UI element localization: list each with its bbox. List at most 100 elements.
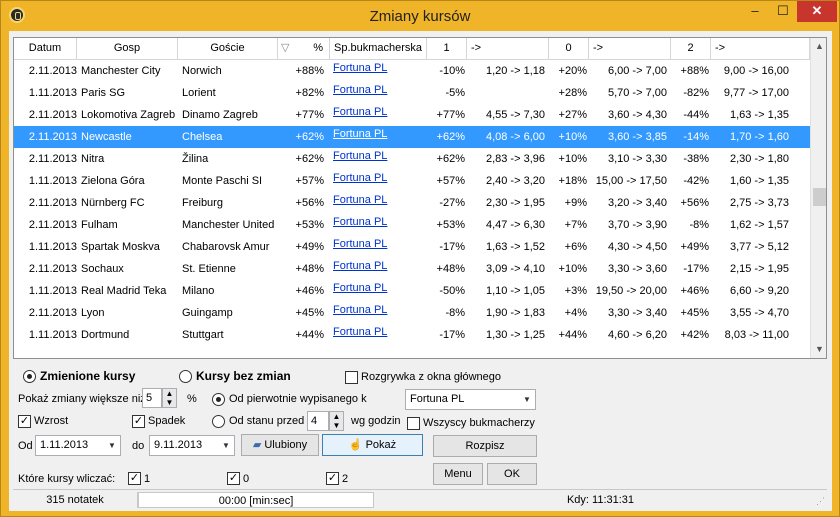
chevron-down-icon[interactable]: ▼ [104,436,120,455]
table-row[interactable]: 2.11.2013 Sochaux St. Etienne +48% Fortuna P… [14,258,810,280]
cell-bookmaker[interactable]: Fortuna PL [333,236,427,258]
hours-spinner[interactable]: ▲ ▼ [329,411,344,431]
cell-bookmaker[interactable]: Fortuna PL [333,258,427,280]
changed-odds-radio[interactable] [23,370,36,383]
vertical-scrollbar[interactable]: ▲ ▼ [810,38,826,358]
cell-bookmaker[interactable]: Fortuna PL [333,148,427,170]
rise-label[interactable]: Wzrost [34,415,68,427]
cell-date: 1.11.2013 [28,87,77,99]
title-bar[interactable]: Zmiany kursów – ☐ ✕ [1,1,839,31]
cell-bookmaker[interactable]: Fortuna PL [333,214,427,236]
cell-odds-0: 3,70 -> 3,90 [607,219,667,231]
show-button[interactable]: ☝ Pokaż [322,434,423,456]
table-row[interactable]: 2.11.2013 Lyon Guingamp +45% Fortuna PL -8% 1,… [14,302,810,324]
table-row[interactable]: 2.11.2013 Nitra Žilina +62% Fortuna PL +62% 2,… [14,148,810,170]
spin-down-icon[interactable]: ▼ [330,421,343,430]
table-row[interactable]: 2.11.2013 Newcastle Chelsea +62% Fortuna PL +… [14,126,810,148]
minimize-button[interactable]: – [741,1,769,22]
table-row[interactable]: 1.11.2013 Spartak Moskva Chabarovsk Amur +4… [14,236,810,258]
all-bookmakers-label[interactable]: Wszyscy bukmacherzy [423,417,535,429]
unchanged-odds-label[interactable]: Kursy bez zmian [196,369,291,383]
date-to-picker[interactable]: 9.11.2013 ▼ [149,435,235,456]
odds-2-checkbox[interactable]: ✓ [326,472,339,485]
close-button[interactable]: ✕ [797,1,837,22]
from-main-window-label[interactable]: Rozgrywka z okna głównego [361,371,501,383]
table-row[interactable]: 2.11.2013 Fulham Manchester United +53% Fort… [14,214,810,236]
cell-bookmaker[interactable]: Fortuna PL [333,170,427,192]
header-arrow-2[interactable]: -> [711,38,810,60]
resize-grip-icon[interactable]: ⋰ [816,496,825,507]
cell-change-0: +9% [564,197,587,209]
from-main-window-checkbox[interactable] [345,371,358,384]
cell-bookmaker[interactable]: Fortuna PL [333,104,427,126]
from-first-listed-label[interactable]: Od pierwotnie wypisanego k [229,393,367,405]
odds-changes-table[interactable]: Datum Gosp Goście ▽% Sp.bukmacherska 1 -… [13,37,827,359]
odds-0-checkbox[interactable]: ✓ [227,472,240,485]
table-row[interactable]: 1.11.2013 Real Madrid Teka Milano +46% Fortu… [14,280,810,302]
scroll-thumb[interactable] [813,188,826,206]
notes-count: 315 notatek [13,492,138,508]
from-state-before-radio[interactable] [212,415,225,428]
table-row[interactable]: 2.11.2013 Nürnberg FC Freiburg +56% Fortuna … [14,192,810,214]
table-row[interactable]: 2.11.2013 Lokomotiva Zagreb Dinamo Zagreb +… [14,104,810,126]
threshold-spinner[interactable]: ▲ ▼ [162,388,177,408]
cell-bookmaker[interactable]: Fortuna PL [333,302,427,324]
odds-2-label[interactable]: 2 [342,473,348,485]
odds-1-label[interactable]: 1 [144,473,150,485]
odds-1-checkbox[interactable]: ✓ [128,472,141,485]
changed-odds-label[interactable]: Zmienione kursy [40,369,135,383]
cell-percent: +49% [295,241,324,253]
header-odds-1[interactable]: 1 [427,38,467,60]
from-first-listed-radio[interactable] [212,393,225,406]
favorites-button[interactable]: ▰ Ulubiony [241,434,319,456]
table-row[interactable]: 1.11.2013 Zielona Góra Monte Paschi SI +57%… [14,170,810,192]
cell-away: Norwich [182,65,222,77]
spin-up-icon[interactable]: ▲ [163,389,176,398]
header-arrow-0[interactable]: -> [589,38,671,60]
scroll-down-icon[interactable]: ▼ [811,341,826,358]
table-row[interactable]: 2.11.2013 Manchester City Norwich +88% Fortu… [14,60,810,82]
cell-bookmaker[interactable]: Fortuna PL [333,126,427,148]
header-away[interactable]: Goście [178,38,278,60]
bookmaker-select[interactable]: Fortuna PL ▼ [405,389,536,410]
header-bookmaker[interactable]: Sp.bukmacherska [330,38,427,60]
odds-0-label[interactable]: 0 [243,473,249,485]
threshold-input[interactable]: 5 [142,388,162,408]
cell-odds-0: 4,30 -> 4,50 [607,241,667,253]
spin-down-icon[interactable]: ▼ [163,398,176,407]
from-state-before-label[interactable]: Od stanu przed [229,415,304,427]
header-percent[interactable]: ▽% [278,38,330,60]
scroll-up-icon[interactable]: ▲ [811,38,826,55]
print-button[interactable]: Rozpisz [433,435,537,457]
maximize-button[interactable]: ☐ [769,1,797,22]
rise-checkbox[interactable]: ✓ [18,415,31,428]
cell-bookmaker[interactable]: Fortuna PL [333,82,427,104]
cell-odds-1: 1,90 -> 1,83 [485,307,545,319]
table-row[interactable]: 1.11.2013 Paris SG Lorient +82% Fortuna PL -5… [14,82,810,104]
cell-bookmaker[interactable]: Fortuna PL [333,60,427,82]
fall-label[interactable]: Spadek [148,415,185,427]
cell-away: Guingamp [182,307,233,319]
chevron-down-icon[interactable]: ▼ [519,390,535,409]
header-odds-2[interactable]: 2 [671,38,711,60]
cell-away: St. Etienne [182,263,236,275]
header-date[interactable]: Datum [14,38,77,60]
header-odds-0[interactable]: 0 [549,38,589,60]
date-from-value: 1.11.2013 [40,439,89,451]
date-from-picker[interactable]: 1.11.2013 ▼ [35,435,121,456]
header-home[interactable]: Gosp [77,38,178,60]
fall-checkbox[interactable]: ✓ [132,415,145,428]
unchanged-odds-radio[interactable] [179,370,192,383]
chevron-down-icon[interactable]: ▼ [218,436,234,455]
hours-input[interactable]: 4 [307,411,329,431]
all-bookmakers-checkbox[interactable] [407,417,420,430]
cell-bookmaker[interactable]: Fortuna PL [333,280,427,302]
ok-button[interactable]: OK [487,463,537,485]
table-row[interactable]: 1.11.2013 Dortmund Stuttgart +44% Fortuna PL… [14,324,810,346]
cell-bookmaker[interactable]: Fortuna PL [333,324,427,346]
menu-button[interactable]: Menu [433,463,483,485]
header-arrow-1[interactable]: -> [467,38,549,60]
cell-odds-0: 3,60 -> 4,30 [607,109,667,121]
spin-up-icon[interactable]: ▲ [330,412,343,421]
cell-bookmaker[interactable]: Fortuna PL [333,192,427,214]
